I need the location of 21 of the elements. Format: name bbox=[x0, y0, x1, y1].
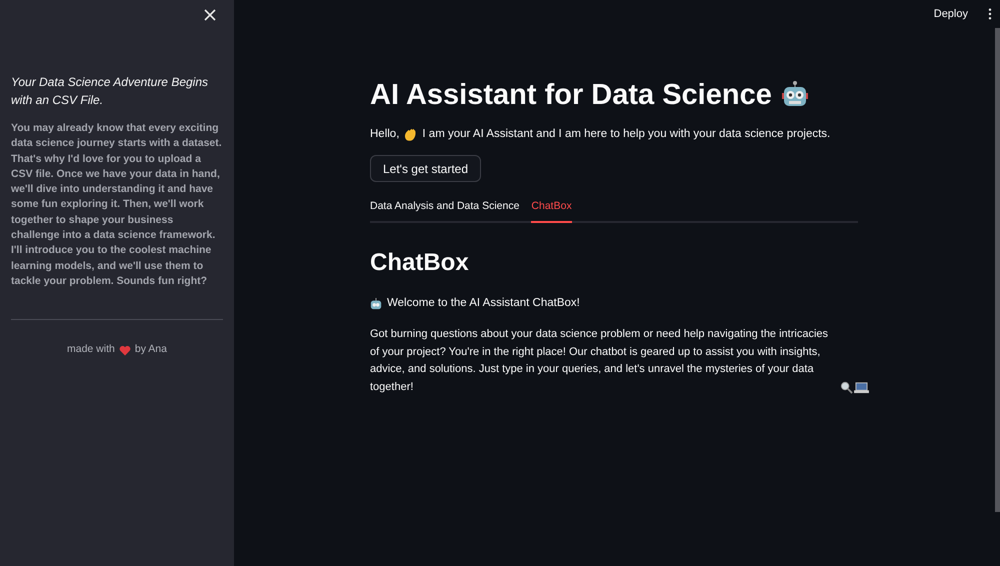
footer-text: by Ana bbox=[134, 342, 167, 358]
start-button[interactable]: Let's get started bbox=[370, 155, 482, 182]
tab[interactable]: ChatBox bbox=[531, 199, 572, 223]
footer-text: made with bbox=[67, 342, 115, 358]
sidebar-text: You may already know that every exciting data science journey starts with a dataset. That's why I'd love for you to upload a CSV file. Once we have your data in hand, we'll dive into understanding it and have some fun exploring it. Then, we'll work together to shape your business challenge into a data science framework. I'll introduce you to the coolest machine learning models, and we'll use them to tackle your problem. Sounds fun right? bbox=[11, 121, 223, 289]
laptop-icon bbox=[854, 381, 869, 394]
sidebar-heading: Your Data Science Adventure Begins with an CSV File. bbox=[11, 74, 210, 109]
more-icon[interactable] bbox=[988, 8, 992, 20]
tab[interactable]: Data Analysis and Data Science bbox=[370, 199, 520, 223]
section-heading: ChatBox bbox=[370, 248, 470, 278]
welcome-text: Welcome to the AI Assistant ChatBox! bbox=[387, 296, 580, 311]
greeting-text: I am your AI Assistant and I am here to help you with your data science projects. bbox=[422, 127, 830, 142]
close-icon[interactable] bbox=[203, 8, 217, 22]
scrollbar[interactable] bbox=[995, 28, 1000, 512]
magnifier-icon bbox=[840, 381, 853, 394]
greeting-text: Hello, bbox=[370, 127, 400, 142]
robot-icon bbox=[370, 298, 382, 310]
deploy-button[interactable]: Deploy bbox=[934, 6, 968, 22]
page-title: AI Assistant for Data Science bbox=[370, 78, 772, 113]
heart-icon bbox=[118, 344, 131, 356]
chatbox-paragraph: Got burning questions about your data science problem or need help navigating the intricacies of your project? You're in the right place! Our chatbot is geared up to assist you with insights, advice, and solutions. Just type in your queries, and let's unravel the mysteries of your data together! bbox=[370, 327, 830, 395]
